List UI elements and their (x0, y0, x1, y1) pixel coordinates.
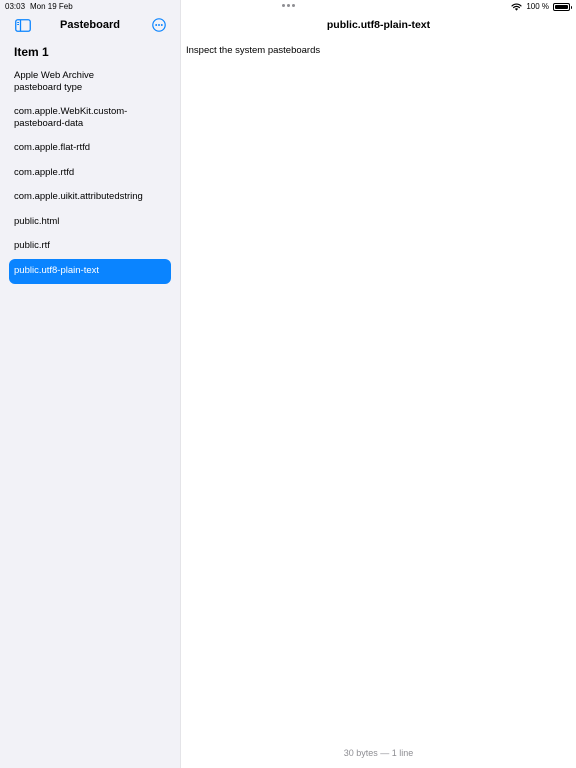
wifi-icon (511, 3, 522, 11)
list-item-apple-web-archive[interactable]: Apple Web Archive pasteboard type (9, 64, 171, 100)
list-item-uikit-attributedstring[interactable]: com.apple.uikit.attributedstring (9, 185, 171, 210)
sidebar-title: Pasteboard (60, 19, 120, 31)
status-time: 03:03 (5, 2, 26, 11)
content-size-info: 30 bytes — 1 line (343, 748, 414, 758)
list-item-public-html[interactable]: public.html (9, 210, 171, 235)
list-item-label: com.apple.uikit.attributedstring (14, 191, 143, 203)
section-heading: Item 1 (14, 45, 49, 59)
list-item-label: com.apple.rtfd (14, 166, 75, 178)
list-item-label: com.apple.flat-rtfd (14, 142, 91, 153)
battery-icon (553, 2, 572, 11)
list-item-webkit-custom-pasteboard-data[interactable]: com.apple.WebKit.custom- pasteboard-data (9, 100, 171, 136)
pasteboard-type-list: Apple Web Archive pasteboard type com.ap… (9, 64, 171, 284)
list-item-label: public.html (14, 215, 60, 227)
sidebar: 03:03 Mon 19 Feb Pasteboard Item 1 Apple… (0, 0, 181, 768)
status-indicators: 100 % (511, 1, 572, 12)
list-item-rtfd[interactable]: com.apple.rtfd (9, 161, 171, 186)
multitasking-dots-icon[interactable] (282, 4, 295, 7)
list-item-public-utf8-plain-text[interactable]: public.utf8-plain-text (9, 258, 171, 284)
list-item-public-rtf[interactable]: public.rtf (9, 234, 171, 259)
battery-percentage: 100 % (526, 1, 549, 11)
pasteboard-content: Inspect the system pasteboards (186, 45, 321, 56)
list-item-label: com.apple.WebKit.custom- pasteboard-data (14, 106, 128, 129)
list-item-label: public.utf8-plain-text (14, 264, 100, 276)
status-date: Mon 19 Feb (30, 2, 73, 11)
list-item-flat-rtfd[interactable]: com.apple.flat-rtfd (9, 136, 171, 161)
list-item-label: public.rtf (14, 240, 50, 252)
detail-title: public.utf8-plain-text (326, 19, 431, 31)
ellipsis-circle-icon[interactable] (152, 18, 166, 32)
list-item-label: Apple Web Archive pasteboard type (14, 70, 95, 93)
detail-pane: 100 % public.utf8-plain-text Inspect the… (181, 0, 576, 768)
sidebar-toggle-icon[interactable] (15, 19, 31, 32)
